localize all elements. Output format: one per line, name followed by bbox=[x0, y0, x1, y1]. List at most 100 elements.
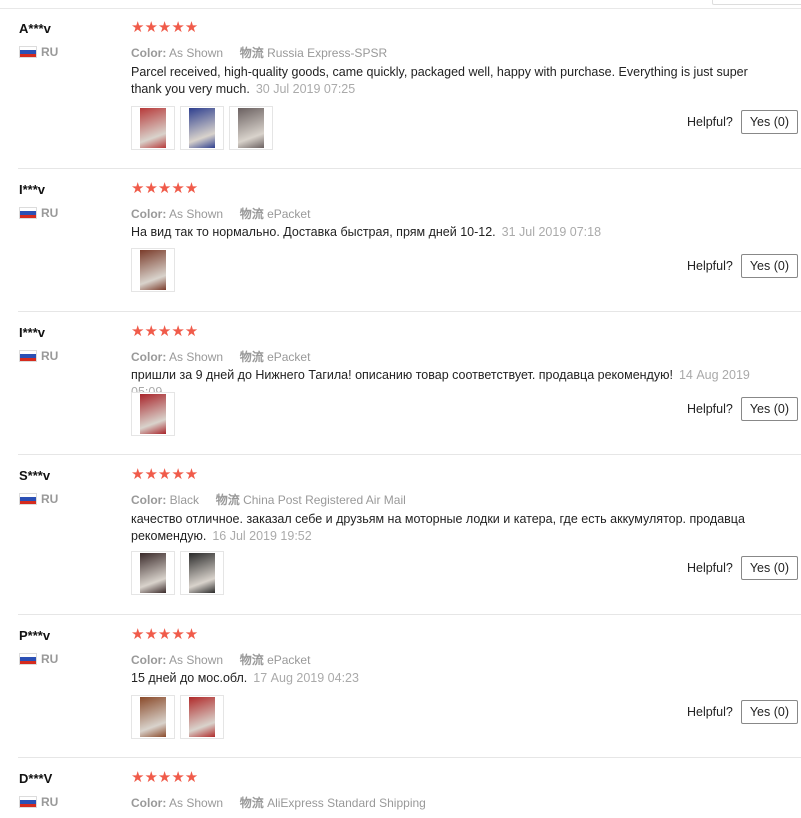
photo-preview bbox=[238, 108, 264, 148]
reviewer-country: RU bbox=[19, 45, 58, 59]
reviewer-name: I***v bbox=[19, 325, 46, 340]
photo-preview bbox=[189, 553, 215, 593]
russia-flag-icon bbox=[19, 350, 37, 362]
review-text: На вид так то нормально. Доставка быстра… bbox=[131, 224, 771, 241]
logistics-value: ePacket bbox=[267, 653, 311, 667]
color-label: Color: bbox=[131, 493, 167, 507]
color-value: As Shown bbox=[169, 207, 224, 221]
helpful-label: Helpful? bbox=[686, 115, 733, 129]
helpful-label: Helpful? bbox=[686, 402, 733, 416]
photo-preview bbox=[140, 697, 166, 737]
review-item: D***V RU ★★★★★ Color: As Shown 物流 AliExp… bbox=[0, 758, 801, 818]
order-info: Color: As Shown 物流 AliExpress Standard S… bbox=[131, 794, 426, 811]
photo-preview bbox=[189, 108, 215, 148]
review-date: 17 Aug 2019 04:23 bbox=[253, 671, 359, 685]
review-body: 15 дней до мос.обл. bbox=[131, 671, 248, 685]
review-photo-thumbnail[interactable] bbox=[229, 106, 273, 150]
review-text: качество отличное. заказал себе и друзья… bbox=[131, 511, 771, 545]
logistics-value: China Post Registered Air Mail bbox=[243, 493, 406, 507]
color-label: Color: bbox=[131, 653, 167, 667]
helpful-section: Helpful? Yes (0) bbox=[687, 397, 798, 421]
helpful-section: Helpful? Yes (0) bbox=[687, 700, 798, 724]
review-text: 15 дней до мос.обл. 17 Aug 2019 04:23 bbox=[131, 670, 771, 687]
reviewer-name: P***v bbox=[19, 628, 51, 643]
logistics-value: AliExpress Standard Shipping bbox=[267, 796, 426, 810]
review-photo-thumbnail[interactable] bbox=[180, 695, 224, 739]
helpful-yes-button[interactable]: Yes (0) bbox=[740, 556, 798, 580]
review-photo-thumbnail[interactable] bbox=[131, 551, 175, 595]
review-photo-thumbnail[interactable] bbox=[131, 695, 175, 739]
review-photo-thumbnail[interactable] bbox=[131, 248, 175, 292]
color-label: Color: bbox=[131, 207, 167, 221]
color-value: As Shown bbox=[169, 653, 224, 667]
order-info: Color: As Shown 物流 ePacket bbox=[131, 348, 310, 365]
logistics-label: 物流 bbox=[215, 493, 240, 507]
review-photo-thumbnail[interactable] bbox=[131, 106, 175, 150]
logistics-label: 物流 bbox=[239, 350, 264, 364]
logistics-value: Russia Express-SPSR bbox=[267, 46, 388, 60]
review-photos bbox=[131, 695, 229, 739]
reviewer-name: I***v bbox=[19, 182, 46, 197]
reviewer-name: S***v bbox=[19, 468, 51, 483]
helpful-section: Helpful? Yes (0) bbox=[687, 556, 798, 580]
country-code: RU bbox=[41, 349, 59, 363]
russia-flag-icon bbox=[19, 46, 37, 58]
review-item: S***v RU ★★★★★ Color: Black 物流 China Pos… bbox=[0, 455, 801, 615]
review-photos bbox=[131, 248, 180, 292]
rating-stars: ★★★★★ bbox=[131, 466, 199, 483]
review-photo-thumbnail[interactable] bbox=[180, 551, 224, 595]
review-date: 16 Jul 2019 19:52 bbox=[212, 529, 312, 543]
photo-preview bbox=[140, 394, 166, 434]
country-code: RU bbox=[41, 206, 59, 220]
photo-preview bbox=[140, 553, 166, 593]
photo-preview bbox=[140, 250, 166, 290]
reviewer-country: RU bbox=[19, 652, 58, 666]
reviewer-name: D***V bbox=[19, 771, 53, 786]
reviewer-country: RU bbox=[19, 492, 58, 506]
country-code: RU bbox=[41, 652, 59, 666]
color-value: As Shown bbox=[169, 796, 224, 810]
logistics-label: 物流 bbox=[239, 46, 264, 60]
order-info: Color: As Shown 物流 ePacket bbox=[131, 651, 310, 668]
review-photos bbox=[131, 551, 229, 595]
order-info: Color: Black 物流 China Post Registered Ai… bbox=[131, 491, 406, 508]
rating-stars: ★★★★★ bbox=[131, 323, 199, 340]
color-label: Color: bbox=[131, 46, 167, 60]
logistics-value: ePacket bbox=[267, 207, 311, 221]
russia-flag-icon bbox=[19, 493, 37, 505]
review-text: Parcel received, high-quality goods, cam… bbox=[131, 64, 771, 98]
rating-stars: ★★★★★ bbox=[131, 769, 199, 786]
country-code: RU bbox=[41, 45, 59, 59]
logistics-label: 物流 bbox=[239, 796, 264, 810]
logistics-label: 物流 bbox=[239, 207, 264, 221]
order-info: Color: As Shown 物流 ePacket bbox=[131, 205, 310, 222]
country-code: RU bbox=[41, 795, 59, 809]
helpful-yes-button[interactable]: Yes (0) bbox=[740, 254, 798, 278]
reviewer-country: RU bbox=[19, 206, 58, 220]
helpful-section: Helpful? Yes (0) bbox=[687, 110, 798, 134]
order-info: Color: As Shown 物流 Russia Express-SPSR bbox=[131, 44, 387, 61]
country-code: RU bbox=[41, 492, 59, 506]
review-body: пришли за 9 дней до Нижнего Тагила! опис… bbox=[131, 368, 673, 382]
photo-preview bbox=[140, 108, 166, 148]
helpful-yes-button[interactable]: Yes (0) bbox=[740, 397, 798, 421]
review-item: I***v RU ★★★★★ Color: As Shown 物流 ePacke… bbox=[0, 312, 801, 455]
review-body: На вид так то нормально. Доставка быстра… bbox=[131, 225, 496, 239]
review-item: P***v RU ★★★★★ Color: As Shown 物流 ePacke… bbox=[0, 615, 801, 758]
helpful-yes-button[interactable]: Yes (0) bbox=[740, 110, 798, 134]
review-photo-thumbnail[interactable] bbox=[180, 106, 224, 150]
review-date: 31 Jul 2019 07:18 bbox=[501, 225, 602, 239]
review-photo-thumbnail[interactable] bbox=[131, 392, 175, 436]
reviewer-country: RU bbox=[19, 795, 58, 809]
logistics-label: 物流 bbox=[239, 653, 264, 667]
helpful-label: Helpful? bbox=[686, 705, 733, 719]
top-control[interactable] bbox=[712, 0, 801, 5]
color-value: As Shown bbox=[169, 46, 224, 60]
review-photos bbox=[131, 106, 278, 150]
rating-stars: ★★★★★ bbox=[131, 626, 199, 643]
helpful-yes-button[interactable]: Yes (0) bbox=[740, 700, 798, 724]
review-item: A***v RU ★★★★★ Color: As Shown 物流 Russia… bbox=[0, 8, 801, 169]
review-date: 30 Jul 2019 07:25 bbox=[255, 82, 356, 96]
color-label: Color: bbox=[131, 350, 167, 364]
review-item: I***v RU ★★★★★ Color: As Shown 物流 ePacke… bbox=[0, 169, 801, 312]
